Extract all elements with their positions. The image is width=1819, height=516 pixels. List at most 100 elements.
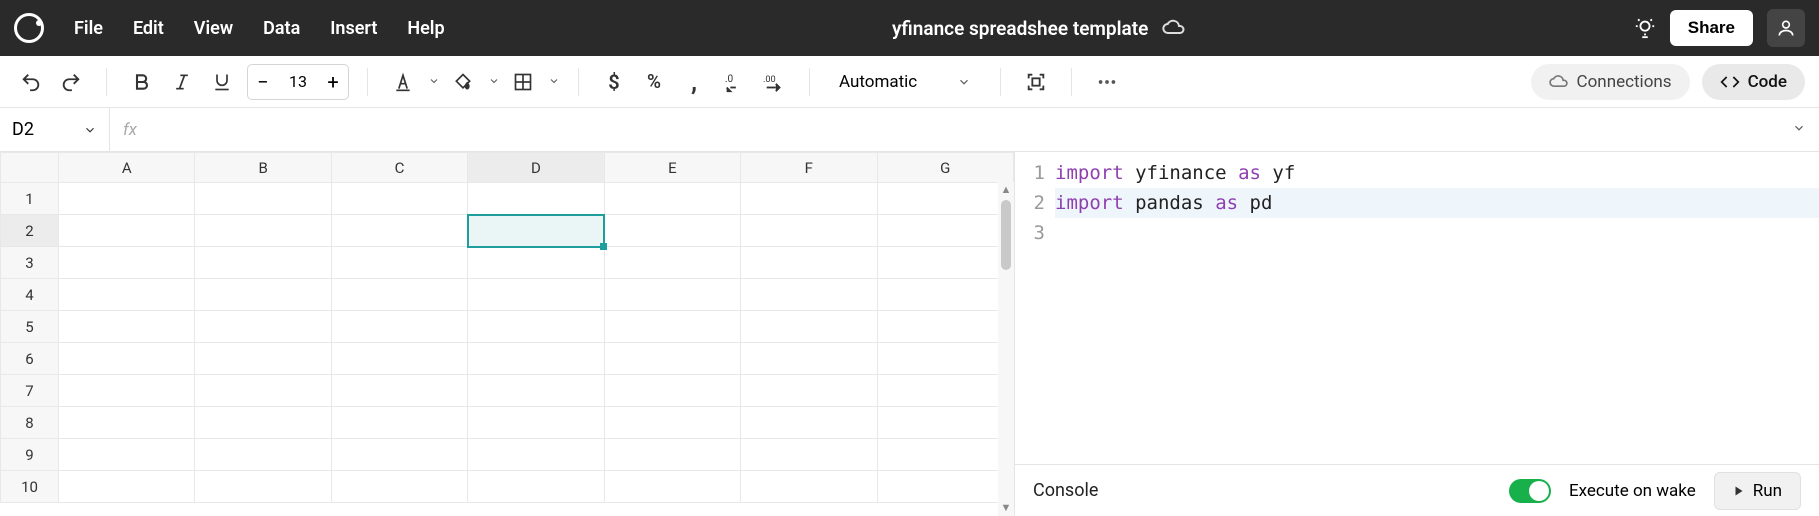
cell[interactable]	[331, 247, 467, 279]
underline-button[interactable]	[205, 65, 239, 99]
cell[interactable]	[468, 407, 604, 439]
cell[interactable]	[741, 471, 877, 503]
user-menu-button[interactable]	[1767, 9, 1805, 47]
corner-cell[interactable]	[1, 153, 59, 183]
cell[interactable]	[59, 343, 195, 375]
row-header[interactable]: 6	[1, 343, 59, 375]
cell[interactable]	[468, 471, 604, 503]
console-label[interactable]: Console	[1033, 480, 1098, 501]
column-header[interactable]: F	[741, 153, 877, 183]
cell[interactable]	[877, 311, 1013, 343]
formula-bar-toggle[interactable]	[1779, 120, 1819, 139]
scroll-up-arrow-icon[interactable]: ▲	[1001, 182, 1012, 198]
cell[interactable]	[331, 471, 467, 503]
row-header[interactable]: 2	[1, 215, 59, 247]
menu-insert[interactable]: Insert	[330, 18, 377, 39]
cell[interactable]	[468, 311, 604, 343]
currency-format-button[interactable]: $	[597, 65, 631, 99]
cell[interactable]	[604, 311, 740, 343]
cell[interactable]	[741, 439, 877, 471]
cell[interactable]	[741, 183, 877, 215]
font-size-decrease[interactable]: −	[248, 70, 278, 94]
borders-chevron-icon[interactable]	[548, 72, 560, 91]
cell[interactable]	[877, 183, 1013, 215]
column-header[interactable]: E	[604, 153, 740, 183]
cell[interactable]	[331, 439, 467, 471]
cell[interactable]	[877, 471, 1013, 503]
cell[interactable]	[741, 407, 877, 439]
cell[interactable]	[195, 407, 331, 439]
cell[interactable]	[331, 279, 467, 311]
menu-file[interactable]: File	[74, 18, 103, 39]
cell[interactable]	[59, 375, 195, 407]
spreadsheet-grid[interactable]: ABCDEFG 12345678910	[0, 152, 1014, 503]
cell[interactable]	[741, 343, 877, 375]
row-header[interactable]: 10	[1, 471, 59, 503]
cell[interactable]	[604, 215, 740, 247]
cell[interactable]	[604, 471, 740, 503]
cell[interactable]	[604, 279, 740, 311]
code-line[interactable]: import yfinance as yf	[1055, 158, 1819, 188]
redo-button[interactable]	[54, 65, 88, 99]
cell[interactable]	[468, 343, 604, 375]
row-header[interactable]: 5	[1, 311, 59, 343]
column-header[interactable]: B	[195, 153, 331, 183]
decrease-decimal-button[interactable]: .0	[717, 65, 751, 99]
cell[interactable]	[468, 279, 604, 311]
lightbulb-icon[interactable]	[1634, 17, 1656, 39]
cell[interactable]	[468, 439, 604, 471]
cell[interactable]	[331, 183, 467, 215]
share-button[interactable]: Share	[1670, 10, 1753, 46]
cell[interactable]	[195, 247, 331, 279]
cell[interactable]	[741, 279, 877, 311]
italic-button[interactable]	[165, 65, 199, 99]
cell[interactable]	[59, 247, 195, 279]
fill-color-chevron-icon[interactable]	[488, 72, 500, 91]
cell[interactable]	[331, 375, 467, 407]
cell[interactable]	[195, 471, 331, 503]
row-header[interactable]: 7	[1, 375, 59, 407]
scroll-down-arrow-icon[interactable]: ▼	[1001, 500, 1012, 516]
cell[interactable]	[468, 183, 604, 215]
cell[interactable]	[331, 311, 467, 343]
connections-button[interactable]: Connections	[1531, 64, 1690, 100]
cell[interactable]	[877, 215, 1013, 247]
row-header[interactable]: 8	[1, 407, 59, 439]
cell[interactable]	[331, 407, 467, 439]
code-editor[interactable]: 123 import yfinance as yfimport pandas a…	[1015, 152, 1819, 464]
cell[interactable]	[59, 215, 195, 247]
cell[interactable]	[741, 375, 877, 407]
cell[interactable]	[195, 439, 331, 471]
code-line[interactable]	[1055, 218, 1819, 248]
menu-data[interactable]: Data	[263, 18, 300, 39]
menu-help[interactable]: Help	[407, 18, 444, 39]
cell[interactable]	[877, 279, 1013, 311]
column-header[interactable]: A	[59, 153, 195, 183]
cell[interactable]	[59, 311, 195, 343]
cell[interactable]	[604, 439, 740, 471]
cell[interactable]	[604, 375, 740, 407]
execute-on-wake-toggle[interactable]	[1509, 479, 1551, 503]
cell-reference-select[interactable]: D2	[0, 108, 110, 151]
cell[interactable]	[195, 375, 331, 407]
cell[interactable]	[741, 215, 877, 247]
cell[interactable]	[877, 439, 1013, 471]
cell[interactable]	[877, 343, 1013, 375]
column-header[interactable]: C	[331, 153, 467, 183]
cell[interactable]	[59, 183, 195, 215]
cell[interactable]	[195, 343, 331, 375]
text-color-chevron-icon[interactable]	[428, 72, 440, 91]
document-title[interactable]: yfinance spreadshee template	[892, 17, 1148, 40]
row-header[interactable]: 3	[1, 247, 59, 279]
vertical-scrollbar[interactable]: ▲ ▼	[998, 182, 1014, 516]
cell[interactable]	[59, 471, 195, 503]
fill-color-button[interactable]	[446, 65, 480, 99]
code-line[interactable]: import pandas as pd	[1055, 188, 1819, 218]
cell[interactable]	[468, 375, 604, 407]
borders-button[interactable]	[506, 65, 540, 99]
cell[interactable]	[877, 247, 1013, 279]
cell[interactable]	[877, 375, 1013, 407]
row-header[interactable]: 4	[1, 279, 59, 311]
menu-edit[interactable]: Edit	[133, 18, 164, 39]
cloud-sync-icon[interactable]	[1162, 16, 1186, 40]
